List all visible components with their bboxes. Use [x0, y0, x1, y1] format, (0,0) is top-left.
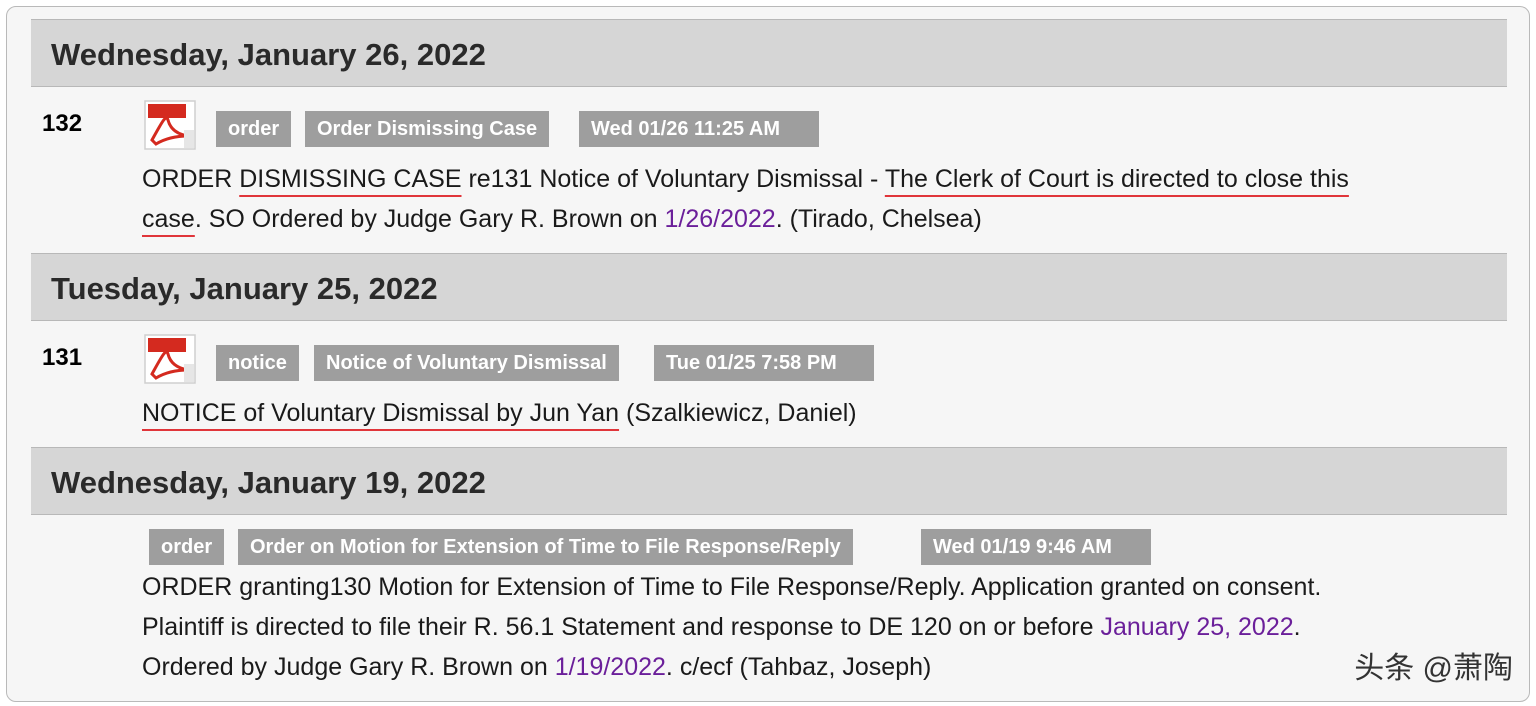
text-segment: Plaintiff is directed to file their R. 5…	[142, 613, 1101, 641]
date-link[interactable]: 1/19/2022	[555, 653, 666, 681]
text-segment: ORDER	[142, 165, 240, 193]
tag-document-title[interactable]: Order on Motion for Extension of Time to…	[238, 529, 853, 565]
tag-timestamp: Tue 01/25 7:58 PM	[654, 345, 874, 381]
tag-timestamp: Wed 01/26 11:25 AM	[579, 111, 819, 147]
day-header: Wednesday, January 19, 2022	[31, 447, 1507, 515]
entry-text-line: NOTICE of Voluntary Dismissal by Jun Yan…	[142, 398, 857, 428]
underlined-text: The Clerk of Court is directed to close …	[884, 165, 1349, 193]
text-segment: . (Tirado, Chelsea)	[775, 205, 982, 233]
entry-text-line: ORDER DISMISSING CASE re131 Notice of Vo…	[142, 164, 1349, 194]
watermark: 头条 @萧陶	[1354, 652, 1513, 685]
text-segment: re131 Notice of Voluntary Dismissal -	[461, 165, 885, 193]
tag-document-title[interactable]: Notice of Voluntary Dismissal	[314, 345, 619, 381]
docket-panel: Wednesday, January 26, 2022 132 order Or…	[6, 6, 1530, 702]
underlined-text: case	[142, 205, 195, 233]
date-link[interactable]: January 25, 2022	[1100, 613, 1293, 641]
text-segment: Ordered by Judge Gary R. Brown on	[142, 653, 555, 681]
day-label: Tuesday, January 25, 2022	[51, 271, 438, 306]
text-segment: .	[1293, 613, 1301, 641]
day-label: Wednesday, January 19, 2022	[51, 465, 486, 500]
document-number[interactable]: 132	[42, 110, 82, 138]
tag-document-type[interactable]: order	[149, 529, 225, 565]
tag-timestamp: Wed 01/19 9:46 AM	[921, 529, 1151, 565]
text-segment: . SO Ordered by Judge Gary R. Brown on	[194, 205, 665, 233]
text-segment: (Szalkiewicz, Daniel)	[619, 399, 857, 427]
entry-text-line: case. SO Ordered by Judge Gary R. Brown …	[142, 204, 982, 234]
tag-document-type[interactable]: notice	[216, 345, 299, 381]
day-header: Wednesday, January 26, 2022	[31, 19, 1507, 87]
entry-text-line: ORDER granting130 Motion for Extension o…	[142, 573, 1322, 601]
entry-text-line: Plaintiff is directed to file their R. 5…	[142, 612, 1301, 642]
date-link[interactable]: 1/26/2022	[664, 205, 775, 233]
text-segment: . c/ecf (Tahbaz, Joseph)	[665, 653, 932, 681]
tag-document-type[interactable]: order	[216, 111, 292, 147]
pdf-icon[interactable]	[144, 334, 196, 384]
underlined-text: DISMISSING CASE	[239, 165, 462, 193]
underlined-text: NOTICE of Voluntary Dismissal by Jun Yan	[142, 399, 620, 427]
tag-document-title[interactable]: Order Dismissing Case	[305, 111, 550, 147]
entry-text-line: Ordered by Judge Gary R. Brown on 1/19/2…	[142, 652, 931, 682]
day-header: Tuesday, January 25, 2022	[31, 253, 1507, 321]
pdf-icon[interactable]	[144, 100, 196, 150]
day-label: Wednesday, January 26, 2022	[51, 37, 486, 72]
document-number[interactable]: 131	[42, 344, 82, 372]
